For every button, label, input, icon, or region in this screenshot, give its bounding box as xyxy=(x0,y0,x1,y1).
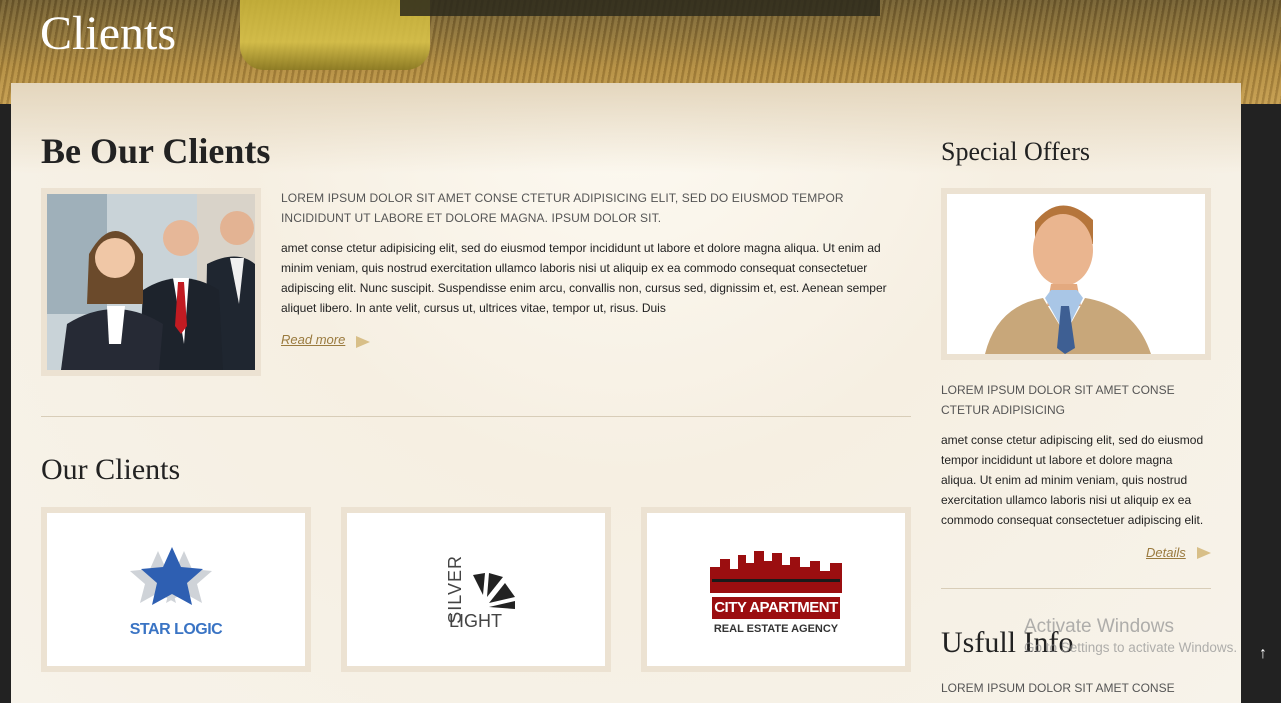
light-label: LIGHT xyxy=(449,611,503,631)
read-more-link[interactable]: Read more xyxy=(281,332,345,347)
city-apartment-label: CITY APARTMENT xyxy=(712,597,840,619)
page-title: Clients xyxy=(40,7,177,60)
client-logo-silverlight[interactable]: SILVER LIGHT xyxy=(341,507,611,672)
clients-title: Our Clients xyxy=(41,453,181,486)
team-photo-illustration xyxy=(47,194,255,370)
offer-photo xyxy=(947,194,1205,354)
sidebar-divider xyxy=(941,588,1211,589)
lead-body-text: amet conse ctetur adipisicing elit, sed … xyxy=(281,241,887,315)
real-estate-label: REAL ESTATE AGENCY xyxy=(713,623,839,635)
offer-photo-frame xyxy=(941,188,1211,360)
section-title: Be Our Clients xyxy=(41,131,271,171)
businessman-illustration xyxy=(947,194,1205,354)
silverlight-logo-icon xyxy=(473,573,515,609)
harvester-shadow xyxy=(400,0,880,16)
arrow-right-icon[interactable] xyxy=(1197,547,1211,559)
watermark-subtitle: Go to Settings to activate Windows. xyxy=(1024,640,1238,655)
activation-watermark: Activate Windows Go to Settings to activ… xyxy=(1024,615,1237,657)
useful-info-text: LOREM IPSUM DOLOR SIT AMET CONSE xyxy=(941,681,1175,695)
arrow-right-icon[interactable] xyxy=(356,336,370,348)
star-logo-icon xyxy=(130,547,212,605)
watermark-title: Activate Windows xyxy=(1024,616,1174,637)
details-link[interactable]: Details xyxy=(1146,545,1186,560)
offer-body-text: amet conse ctetur adipiscing elit, sed d… xyxy=(941,433,1204,527)
client-logo-star-logic[interactable]: STAR LOGIC xyxy=(41,507,311,672)
special-offers-title: Special Offers xyxy=(941,137,1090,166)
arrow-up-icon[interactable]: ↑ xyxy=(1255,645,1271,669)
city-skyline-icon xyxy=(710,551,842,593)
team-photo-frame xyxy=(41,188,261,376)
client-logo-city-apartment[interactable]: CITY APARTMENT REAL ESTATE AGENCY xyxy=(641,507,911,672)
section-divider xyxy=(41,416,911,417)
offer-intro-text: LOREM IPSUM DOLOR SIT AMET CONSE CTETUR … xyxy=(941,383,1175,417)
team-photo xyxy=(47,194,255,370)
star-logic-label: STAR LOGIC xyxy=(129,621,223,638)
lead-intro-text: LOREM IPSUM DOLOR SIT AMET CONSE CTETUR … xyxy=(281,191,844,225)
